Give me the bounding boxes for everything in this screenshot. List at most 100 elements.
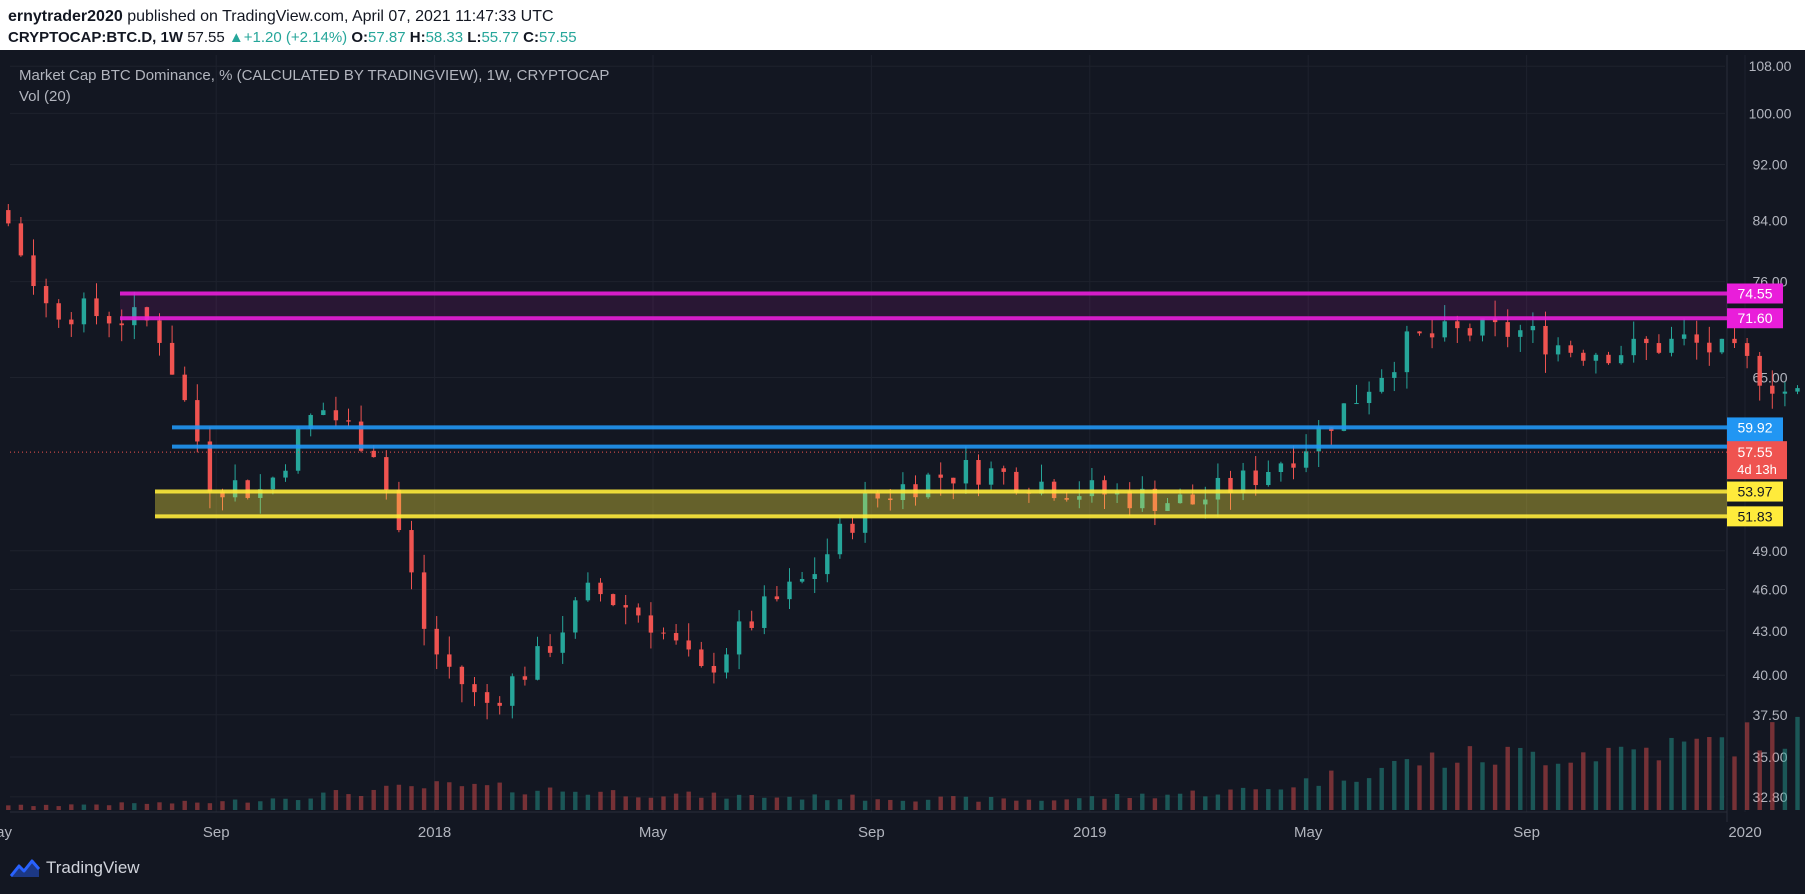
volume-bar xyxy=(762,797,767,810)
volume-bar xyxy=(787,796,792,810)
candle-body xyxy=(1379,377,1384,392)
candle-body xyxy=(1707,342,1712,353)
volume-bar xyxy=(1581,752,1586,810)
volume-bar xyxy=(1165,794,1170,810)
volume-bar xyxy=(913,801,918,810)
y-tick-label: 46.00 xyxy=(1752,582,1787,598)
x-tick-label: Sep xyxy=(1513,824,1540,841)
volume-bar xyxy=(396,784,402,810)
volume-bar xyxy=(1341,780,1347,810)
volume-bar xyxy=(623,796,628,810)
candle-body xyxy=(837,523,843,555)
chart-area[interactable]: 108.00 100.00 92.00 84.00 76.00 65.00 49.00 46.… xyxy=(0,50,1805,850)
level-label: 71.60 xyxy=(1737,310,1772,326)
candle-body xyxy=(497,702,502,706)
volume-bar xyxy=(648,797,654,810)
publish-text: published on TradingView.com, April 07, … xyxy=(127,8,554,25)
volume-legend: Vol (20) xyxy=(19,88,71,105)
candle-body xyxy=(346,420,351,422)
candle-body xyxy=(1392,372,1397,378)
up-arrow-icon: ▲ xyxy=(228,29,244,46)
volume-bar xyxy=(522,794,528,810)
open-value: 57.87 xyxy=(368,29,406,46)
volume-bar xyxy=(1114,793,1120,810)
volume-bar xyxy=(573,791,578,810)
candle-body xyxy=(787,581,792,600)
high-value: 58.33 xyxy=(425,29,464,46)
candle-body xyxy=(283,470,288,478)
volume-bar xyxy=(1505,746,1510,810)
author-name[interactable]: ernytrader2020 xyxy=(8,8,123,25)
candle-body xyxy=(636,607,641,616)
candle-body xyxy=(1555,345,1561,355)
tradingview-logo-icon xyxy=(10,859,40,877)
tradingview-brand[interactable]: TradingView xyxy=(10,858,140,878)
candle-body xyxy=(736,621,742,655)
candle-body xyxy=(1278,463,1284,472)
candle-body xyxy=(195,400,200,442)
volume-bar xyxy=(1039,800,1044,810)
volume-bar xyxy=(106,805,112,810)
volume-bar xyxy=(497,782,502,810)
volume-bar xyxy=(1366,778,1372,810)
volume-bar xyxy=(321,792,326,810)
candle-body xyxy=(1480,318,1485,336)
volume-bar xyxy=(925,799,931,810)
candle-body xyxy=(31,255,36,287)
volume-bar xyxy=(988,796,994,810)
candle-body xyxy=(434,628,439,655)
x-tick-label: 2018 xyxy=(418,824,451,841)
low-value: 55.77 xyxy=(481,29,519,46)
candle-body xyxy=(1694,334,1699,343)
candle-body xyxy=(18,223,24,256)
volume-bar xyxy=(1001,798,1006,810)
candle-body xyxy=(573,600,578,633)
candle-body xyxy=(535,646,540,680)
candle-body xyxy=(472,684,477,693)
volume-bar xyxy=(1127,798,1132,810)
chart-svg[interactable]: 108.00100.0092.0084.0076.0065.0049.0046.… xyxy=(0,50,1805,850)
volume-bar xyxy=(963,796,969,810)
volume-bar xyxy=(636,797,641,810)
candle-body xyxy=(976,460,981,485)
candle-body xyxy=(749,621,754,628)
volume-bar xyxy=(295,800,301,810)
volume-bar xyxy=(1770,722,1775,810)
candle-body xyxy=(686,640,691,650)
volume-bar xyxy=(837,799,843,810)
candle-body xyxy=(1644,338,1649,344)
volume-bar xyxy=(1656,760,1662,810)
candle-body xyxy=(270,477,276,490)
y-tick-label: 43.00 xyxy=(1752,623,1787,639)
candle-body xyxy=(1442,321,1447,338)
volume-bar xyxy=(1354,781,1359,810)
candle-body xyxy=(1770,385,1775,394)
volume-bar xyxy=(283,798,288,810)
volume-bar xyxy=(1757,750,1762,810)
candle-body xyxy=(1618,355,1624,364)
candle-body xyxy=(1417,331,1422,334)
chart-legend-title: Market Cap BTC Dominance, % (CALCULATED … xyxy=(19,67,610,84)
volume-bar xyxy=(1732,756,1737,810)
volume-bar xyxy=(371,789,376,810)
last-price: 57.55 xyxy=(187,29,225,46)
volume-bar xyxy=(862,800,868,810)
volume-bar xyxy=(132,803,137,810)
candle-body xyxy=(762,596,767,628)
candle-body xyxy=(1606,354,1611,364)
candle-body xyxy=(812,574,817,580)
candle-body xyxy=(1593,354,1599,361)
y-tick-label: 84.00 xyxy=(1752,212,1787,228)
volume-bar xyxy=(888,799,893,810)
candle-body xyxy=(1014,471,1019,493)
volume-bar xyxy=(1102,798,1107,810)
candle-body xyxy=(1744,343,1750,356)
volume-bar xyxy=(1644,747,1649,810)
volume-bar xyxy=(232,799,238,810)
volume-bar xyxy=(1266,789,1271,810)
candle-body xyxy=(207,441,213,492)
x-tick-label: 2019 xyxy=(1073,824,1106,841)
candle-body xyxy=(106,316,112,324)
candle-body xyxy=(421,572,427,629)
candle-body xyxy=(724,654,729,673)
